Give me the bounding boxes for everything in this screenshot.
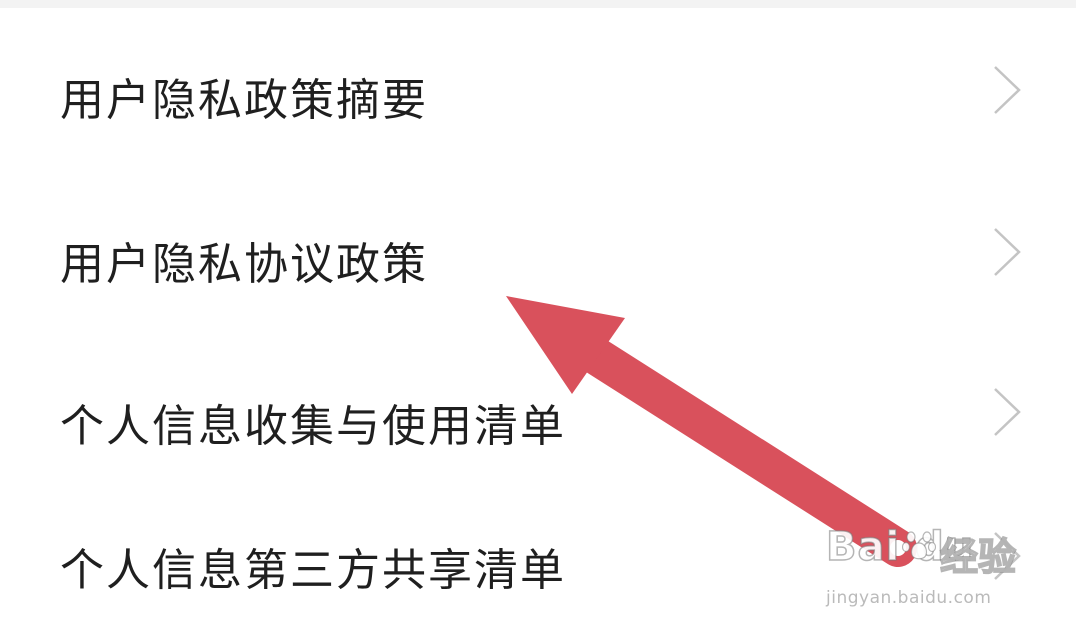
menu-item-privacy-agreement[interactable]: 用户隐私协议政策 <box>0 170 1076 332</box>
menu-item-third-party-sharing-list[interactable]: 个人信息第三方共享清单 <box>0 494 1076 640</box>
chevron-right-icon <box>992 530 1022 582</box>
menu-item-label: 个人信息收集与使用清单 <box>60 401 566 452</box>
menu-item-info-collection-list[interactable]: 个人信息收集与使用清单 <box>0 332 1076 494</box>
chevron-right-icon <box>992 64 1022 116</box>
menu-item-label: 用户隐私政策摘要 <box>60 75 428 126</box>
menu-item-label: 个人信息第三方共享清单 <box>60 545 566 596</box>
menu-item-privacy-summary[interactable]: 用户隐私政策摘要 <box>0 8 1076 170</box>
chevron-right-icon <box>992 226 1022 278</box>
settings-screen: 用户隐私政策摘要 用户隐私协议政策 个人信息收集与使用清单 个人信息第三方共享清… <box>0 0 1076 640</box>
menu-item-label: 用户隐私协议政策 <box>60 239 428 290</box>
chevron-right-icon <box>992 386 1022 438</box>
top-divider-strip <box>0 0 1076 8</box>
privacy-menu-list: 用户隐私政策摘要 用户隐私协议政策 个人信息收集与使用清单 个人信息第三方共享清… <box>0 8 1076 640</box>
